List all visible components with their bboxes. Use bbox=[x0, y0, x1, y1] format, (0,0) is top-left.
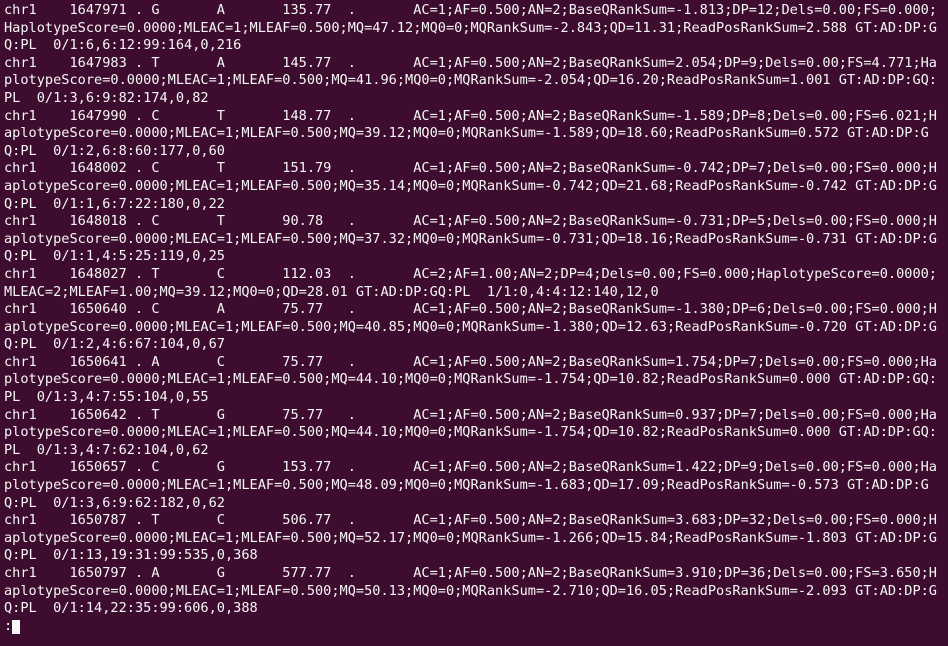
pager-prompt[interactable]: : bbox=[4, 618, 12, 634]
terminal-output[interactable]: chr1 1647971 . G A 135.77 . AC=1;AF=0.50… bbox=[0, 0, 948, 637]
cursor bbox=[12, 620, 20, 634]
